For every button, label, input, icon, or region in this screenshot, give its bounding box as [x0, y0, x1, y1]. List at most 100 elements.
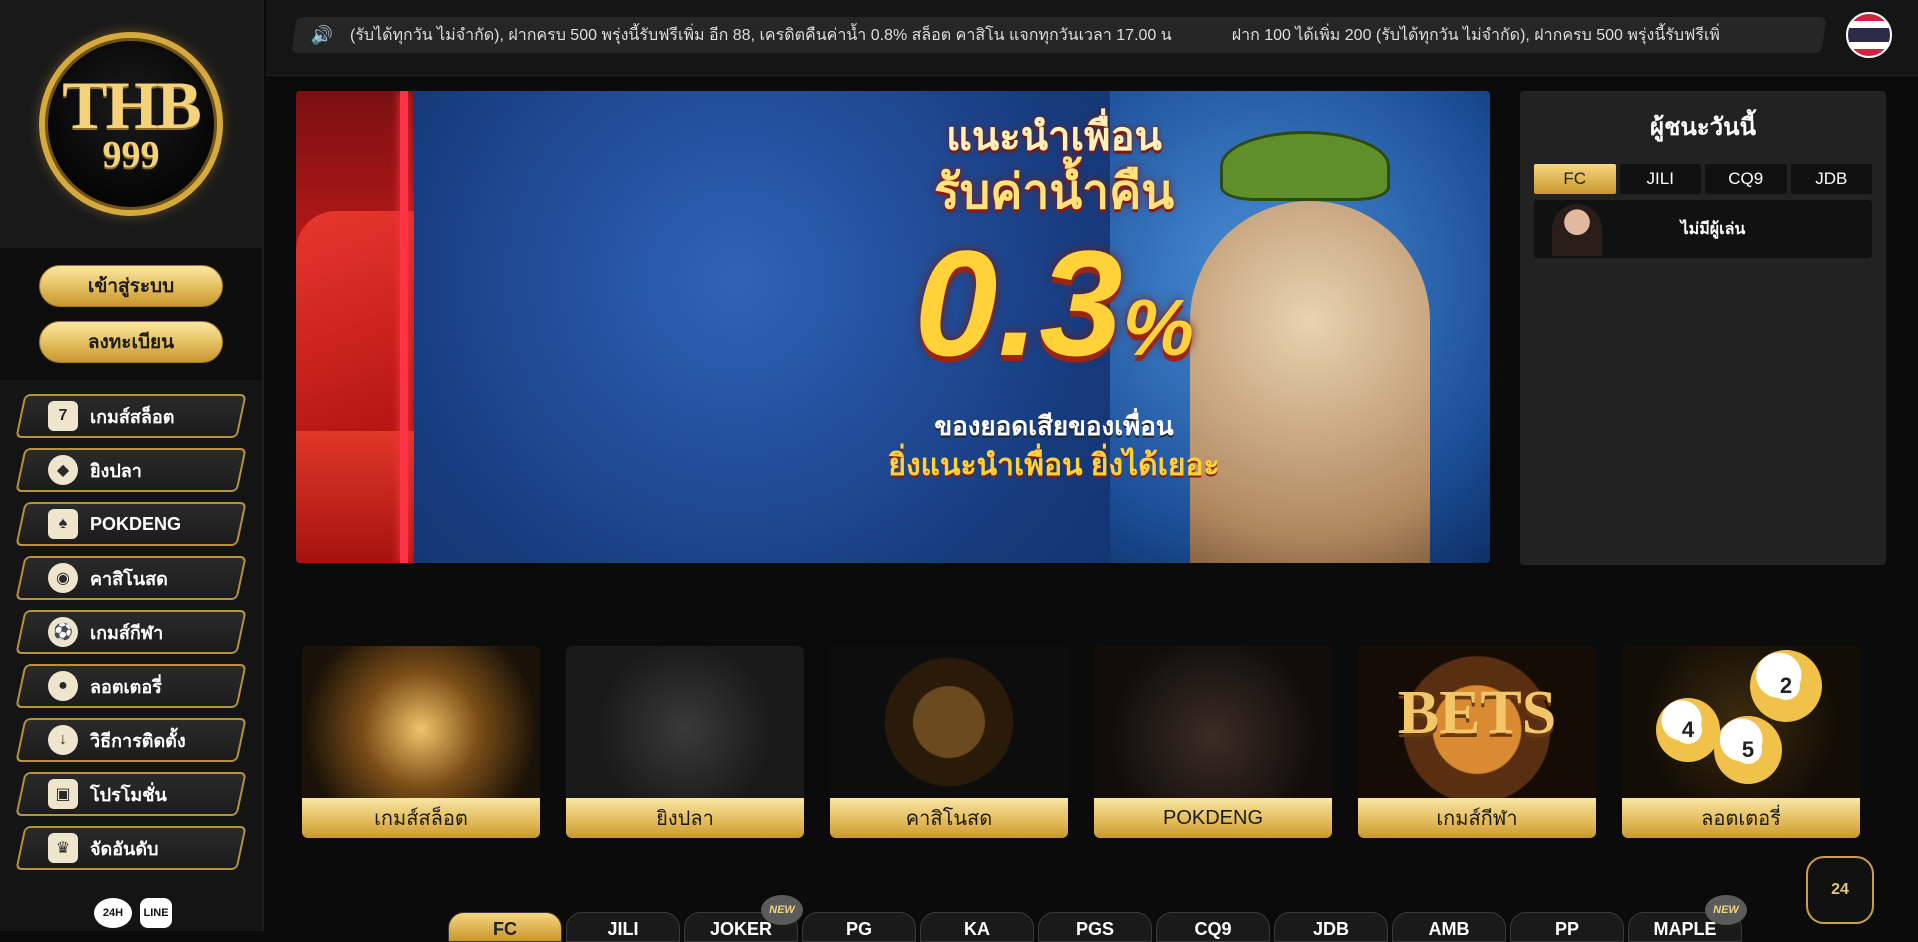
tab-fc[interactable]: FC: [1534, 164, 1616, 194]
brand-logo[interactable]: THB 999: [39, 32, 223, 216]
login-button[interactable]: เข้าสู่ระบบ: [39, 265, 223, 307]
new-badge: NEW: [1705, 895, 1747, 925]
announcement-text: (รับได้ทุกวัน ไม่จำกัด), ฝากครบ 500 พรุ่…: [350, 26, 1172, 44]
lottery-ball-number: 5: [1734, 736, 1762, 764]
fish-icon: ◆: [48, 455, 78, 485]
casino-chip-icon: ◉: [48, 563, 78, 593]
banner-big-number: 0.3%: [834, 223, 1274, 408]
line-icon[interactable]: LINE: [140, 898, 172, 928]
provider-tab-joker[interactable]: JOKER NEW: [684, 895, 803, 942]
thai-flag-language-icon[interactable]: [1846, 12, 1892, 58]
top-bar: 🔊 (รับได้ทุกวัน ไม่จำกัด), ฝากครบ 500 พร…: [266, 0, 1918, 76]
category-card-slot[interactable]: เกมส์สล็อต: [302, 646, 540, 838]
announcement-text: ฝาก 100 ได้เพิ่ม 200 (รับได้ทุกวัน ไม่จำ…: [1231, 26, 1720, 44]
lottery-ball: 4: [1656, 698, 1720, 762]
tab-jili[interactable]: JILI: [1619, 164, 1701, 194]
banner-line-4: ยิ่งแนะนำเพื่อน ยิ่งได้เยอะ: [888, 449, 1220, 482]
slot-machine-image: [302, 646, 540, 798]
tab-jdb[interactable]: JDB: [1790, 164, 1872, 194]
support-24h-icon[interactable]: 24H: [94, 898, 132, 928]
banner-headline: แนะนำเพื่อน รับค่าน้ำคืน 0.3% ของยอดเสีย…: [834, 111, 1274, 488]
winners-tabs: FC JILI CQ9 JDB: [1534, 164, 1872, 194]
gift-icon: ▣: [48, 779, 78, 809]
category-cards: เกมส์สล็อต ยิงปลา คาสิโนสด POKDENG BETS …: [302, 646, 1860, 838]
lottery-ball-number: 4: [1674, 716, 1702, 744]
sidebar: THB 999 เข้าสู่ระบบ ลงทะเบียน 7 เกมส์สล็…: [0, 0, 264, 931]
lottery-balls-image: 4 2 5: [1622, 646, 1860, 798]
provider-tab-label: MAPLE: [1653, 919, 1717, 939]
category-card-fishing[interactable]: ยิงปลา: [566, 646, 804, 838]
sidebar-menu: 7 เกมส์สล็อต ◆ ยิงปลา ♠ POKDENG ◉ คาสิโน…: [0, 380, 262, 870]
winner-row: ไม่มีผู้เล่น: [1534, 200, 1872, 258]
category-card-live-casino[interactable]: คาสิโนสด: [830, 646, 1068, 838]
support-24-icon[interactable]: 24: [1806, 856, 1874, 924]
category-label: ลอตเตอรี่: [1622, 798, 1860, 838]
sidebar-item-promotion[interactable]: ▣ โปรโมชั่น: [15, 772, 247, 816]
sidebar-item-slot[interactable]: 7 เกมส์สล็อต: [15, 394, 247, 438]
provider-tab-ka[interactable]: KA: [920, 912, 1034, 942]
winners-panel: ผู้ชนะวันนี้ FC JILI CQ9 JDB ไม่มีผู้เล่…: [1520, 91, 1886, 565]
provider-tab-pg[interactable]: PG: [802, 912, 916, 942]
contact-icons: 24H LINE: [94, 898, 172, 928]
category-label: ยิงปลา: [566, 798, 804, 838]
sidebar-item-label: เกมส์สล็อต: [90, 406, 175, 427]
lottery-ball: 5: [1714, 716, 1782, 784]
sidebar-item-install[interactable]: ↓ วิธีการติดตั้ง: [15, 718, 247, 762]
banner-percentage: 0.3: [914, 219, 1123, 387]
fishing-game-image: [566, 646, 804, 798]
provider-tab-amb[interactable]: AMB: [1392, 912, 1506, 942]
sidebar-item-label: โปรโมชั่น: [90, 784, 167, 805]
sidebar-item-live-casino[interactable]: ◉ คาสิโนสด: [15, 556, 247, 600]
auth-section: เข้าสู่ระบบ ลงทะเบียน: [0, 248, 262, 380]
promo-banner[interactable]: แนะนำเพื่อน รับค่าน้ำคืน 0.3% ของยอดเสีย…: [296, 91, 1490, 563]
provider-tab-maple[interactable]: MAPLE NEW: [1628, 895, 1747, 942]
logo-text-bottom: 999: [102, 134, 160, 176]
lottery-ball-icon: ●: [48, 671, 78, 701]
category-card-lottery[interactable]: 4 2 5 ลอตเตอรี่: [1622, 646, 1860, 838]
provider-tabs: FC JILI JOKER NEW PG KA PGS CQ9 JDB AMB P…: [448, 895, 1747, 942]
category-card-pokdeng[interactable]: POKDENG: [1094, 646, 1332, 838]
banner-line-1: แนะนำเพื่อน: [946, 115, 1162, 159]
provider-tab-jdb[interactable]: JDB: [1274, 912, 1388, 942]
provider-tab-fc[interactable]: FC: [448, 912, 562, 942]
category-label: เกมส์สล็อต: [302, 798, 540, 838]
download-icon: ↓: [48, 725, 78, 755]
banner-slide: แนะนำเพื่อน รับค่าน้ำคืน 0.3% ของยอดเสีย…: [414, 91, 1490, 563]
speaker-icon: 🔊: [310, 24, 334, 45]
dealer-avatar: [1552, 204, 1602, 256]
new-badge: NEW: [761, 895, 803, 925]
banner-percent-sign: %: [1122, 283, 1194, 372]
bets-art-text: BETS: [1397, 679, 1557, 747]
sidebar-item-label: เกมส์กีฬา: [90, 622, 164, 643]
soccer-ball-icon: ⚽: [48, 617, 78, 647]
slot-icon: 7: [48, 401, 78, 431]
lottery-ball: 2: [1750, 650, 1822, 722]
logo-area: THB 999: [0, 0, 262, 248]
provider-tab-jili[interactable]: JILI: [566, 912, 680, 942]
sidebar-item-pokdeng[interactable]: ♠ POKDENG: [15, 502, 247, 546]
sidebar-item-lottery[interactable]: ● ลอตเตอรี่: [15, 664, 247, 708]
provider-tab-cq9[interactable]: CQ9: [1156, 912, 1270, 942]
trophy-icon: ♛: [48, 833, 78, 863]
sidebar-item-ranking[interactable]: ♛ จัดอันดับ: [15, 826, 247, 870]
roulette-image: [830, 646, 1068, 798]
lottery-ball-number: 2: [1772, 672, 1800, 700]
category-label: เกมส์กีฬา: [1358, 798, 1596, 838]
sidebar-item-label: วิธีการติดตั้ง: [90, 730, 186, 751]
winners-title: ผู้ชนะวันนี้: [1650, 114, 1756, 141]
sidebar-item-sports[interactable]: ⚽ เกมส์กีฬา: [15, 610, 247, 654]
provider-tab-label: JOKER: [709, 919, 772, 939]
category-card-sports[interactable]: BETS เกมส์กีฬา: [1358, 646, 1596, 838]
banner-line-2: รับค่าน้ำคืน: [934, 166, 1174, 219]
banner-prev-slide: [296, 91, 414, 563]
sidebar-item-label: ยิงปลา: [90, 460, 142, 481]
cards-icon: ♠: [48, 509, 78, 539]
sidebar-item-fishing[interactable]: ◆ ยิงปลา: [15, 448, 247, 492]
tab-cq9[interactable]: CQ9: [1705, 164, 1787, 194]
sidebar-item-label: จัดอันดับ: [90, 838, 159, 859]
category-label: คาสิโนสด: [830, 798, 1068, 838]
logo-text-top: THB: [62, 67, 202, 143]
provider-tab-pp[interactable]: PP: [1510, 912, 1624, 942]
provider-tab-pgs[interactable]: PGS: [1038, 912, 1152, 942]
register-button[interactable]: ลงทะเบียน: [39, 321, 223, 363]
